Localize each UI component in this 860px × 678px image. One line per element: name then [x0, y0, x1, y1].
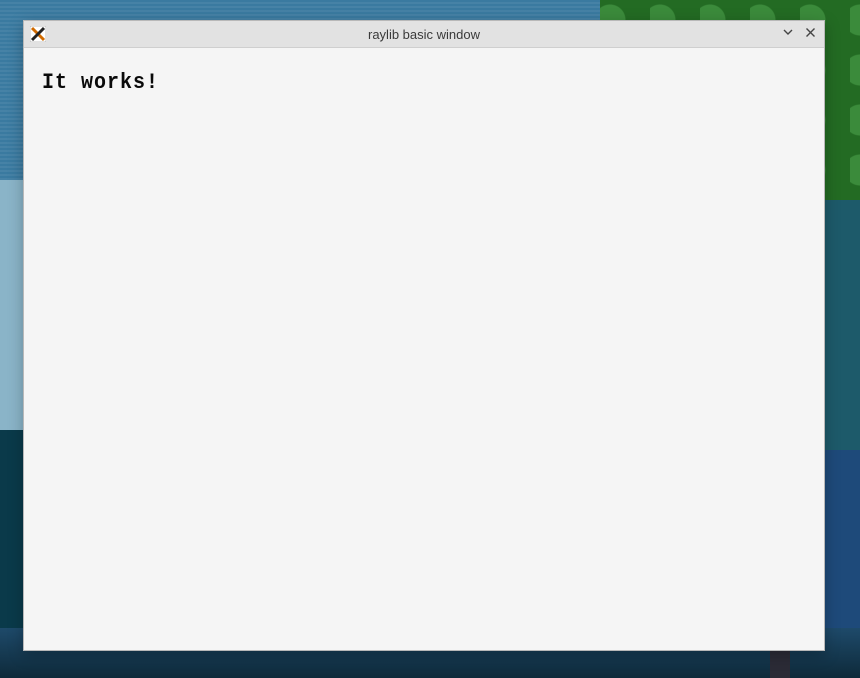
desktop-wallpaper: raylib basic window [0, 0, 860, 678]
message-text: It works! [42, 70, 159, 96]
close-icon [805, 25, 816, 43]
titlebar[interactable]: raylib basic window [24, 21, 824, 48]
chevron-down-icon [782, 25, 794, 43]
client-area: It works! [24, 48, 824, 650]
minimize-button[interactable] [777, 23, 799, 45]
titlebar-controls [777, 21, 821, 47]
x11-logo-icon [29, 25, 47, 43]
app-window: raylib basic window [23, 20, 825, 651]
window-title: raylib basic window [24, 27, 824, 42]
wallpaper-decor [820, 200, 860, 450]
close-button[interactable] [799, 23, 821, 45]
